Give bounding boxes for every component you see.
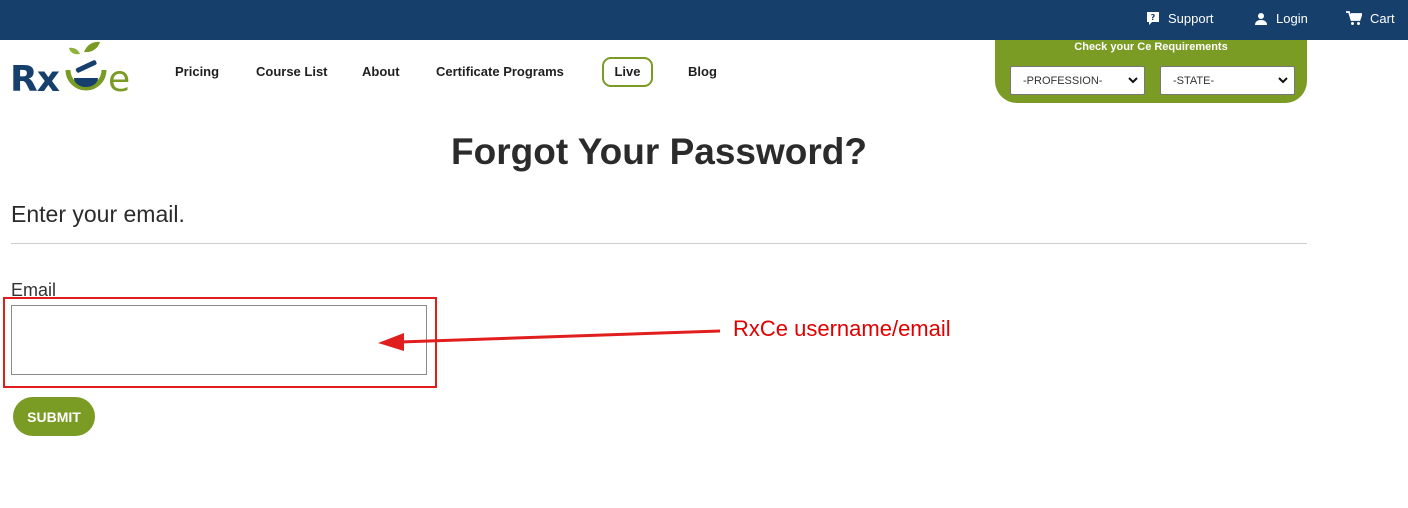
submit-button[interactable]: SUBMIT <box>13 397 95 436</box>
logo-e-text: e <box>108 59 130 100</box>
cart-link[interactable]: Cart <box>1346 11 1395 26</box>
top-utility-bar: ? Support Login Cart <box>0 0 1408 40</box>
chevron-down-icon <box>1128 77 1138 84</box>
cart-icon <box>1346 11 1362 25</box>
state-select-value: -STATE- <box>1173 74 1215 87</box>
section-divider <box>11 243 1307 244</box>
email-input[interactable] <box>11 305 427 375</box>
nav-item-certificate-programs[interactable]: Certificate Programs <box>436 64 564 80</box>
page-title: Forgot Your Password? <box>451 131 867 172</box>
annotation-label: RxCe username/email <box>733 316 951 341</box>
login-label: Login <box>1276 11 1308 26</box>
profession-select[interactable]: -PROFESSION- <box>1010 66 1145 95</box>
chevron-down-icon <box>1278 77 1288 84</box>
page-subtitle: Enter your email. <box>11 201 185 227</box>
nav-item-pricing[interactable]: Pricing <box>175 64 219 80</box>
support-link[interactable]: ? Support <box>1146 11 1214 26</box>
ce-requirements-title: Check your Ce Requirements <box>1074 41 1228 53</box>
profession-select-value: -PROFESSION- <box>1023 74 1103 87</box>
nav-item-blog[interactable]: Blog <box>688 64 717 80</box>
nav-item-about[interactable]: About <box>362 64 400 80</box>
mortar-and-pestle-leaf-icon <box>65 41 107 91</box>
rxce-logo[interactable]: Rx e <box>10 40 135 102</box>
svg-text:?: ? <box>1151 13 1156 22</box>
nav-item-course-list[interactable]: Course List <box>256 64 328 80</box>
login-link[interactable]: Login <box>1254 11 1308 26</box>
support-icon: ? <box>1147 12 1159 25</box>
ce-requirements-panel: Check your Ce Requirements -PROFESSION- … <box>995 40 1307 103</box>
logo-rx-text: Rx <box>10 59 60 100</box>
annotation-arrow-icon <box>378 329 721 351</box>
cart-label: Cart <box>1370 11 1395 26</box>
user-icon <box>1255 12 1267 25</box>
support-label: Support <box>1168 11 1214 26</box>
state-select[interactable]: -STATE- <box>1160 66 1295 95</box>
nav-item-live[interactable]: Live <box>602 57 653 87</box>
